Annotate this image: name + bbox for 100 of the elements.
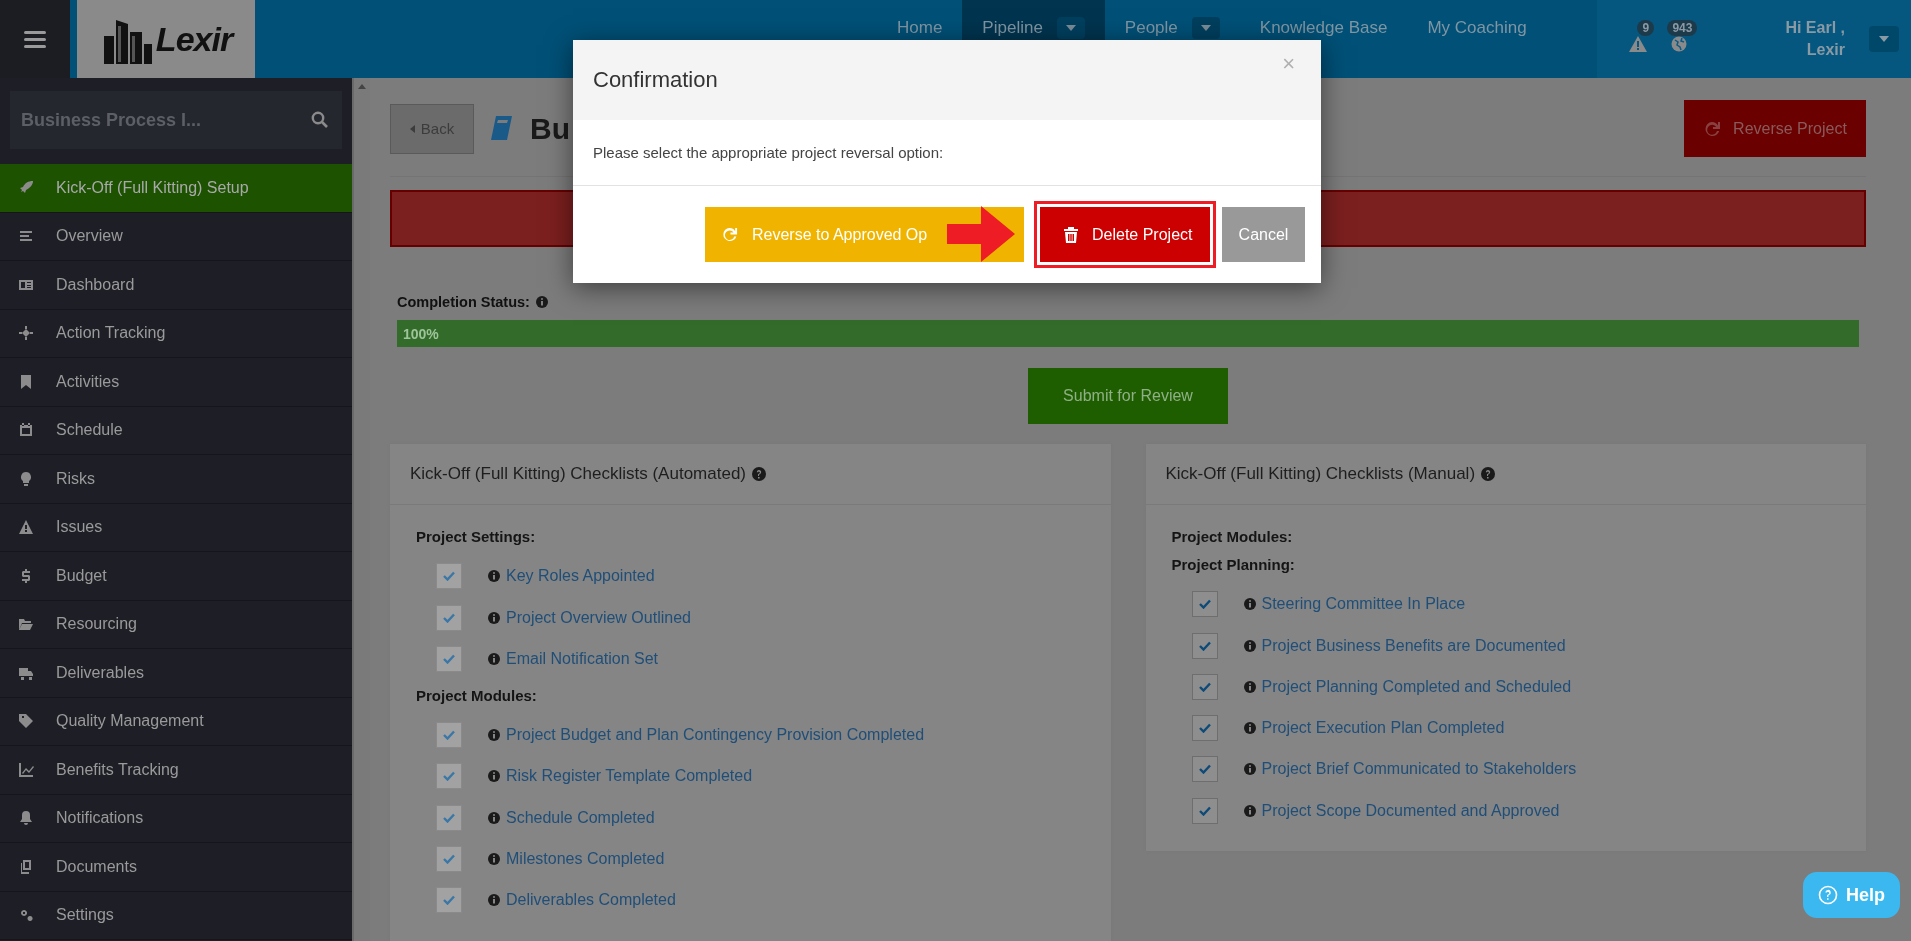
menu-button[interactable] bbox=[0, 0, 70, 78]
reverse-button[interactable]: Reverse to Approved Op bbox=[705, 207, 1024, 262]
checkbox[interactable] bbox=[1191, 715, 1218, 742]
info-icon[interactable] bbox=[488, 770, 500, 783]
info-icon[interactable] bbox=[488, 570, 500, 583]
user-greeting[interactable]: Hi Earl , bbox=[1785, 17, 1845, 39]
bookmark-icon bbox=[18, 373, 34, 390]
arrow-drawing bbox=[947, 206, 1015, 262]
warning-icon bbox=[18, 519, 34, 536]
documents-icon bbox=[18, 858, 34, 875]
menu-icon bbox=[24, 30, 46, 48]
sidebar-item[interactable]: Kick-Off (Full Kitting) Setup bbox=[0, 164, 352, 213]
check-icon bbox=[443, 730, 455, 741]
info-icon[interactable] bbox=[488, 811, 500, 824]
nav-link[interactable]: People bbox=[1124, 18, 1178, 38]
nav-link[interactable]: My Coaching bbox=[1427, 18, 1527, 38]
sidebar-item[interactable]: Documents bbox=[0, 843, 352, 892]
info-icon[interactable] bbox=[1243, 598, 1256, 611]
reverse-project-button[interactable]: Reverse Project bbox=[1684, 100, 1866, 157]
sidebar-item[interactable]: Notifications bbox=[0, 794, 352, 843]
checkbox[interactable] bbox=[1191, 591, 1218, 618]
book-icon bbox=[490, 115, 512, 142]
globe-icon[interactable] bbox=[1671, 36, 1688, 52]
check-icon bbox=[1198, 640, 1211, 651]
nav-link[interactable]: Pipeline bbox=[982, 18, 1043, 38]
sidebar-item[interactable]: Quality Management bbox=[0, 697, 352, 746]
warning-icon[interactable] bbox=[1629, 36, 1648, 52]
checklist-link[interactable]: Project Brief Communicated to Stakeholders bbox=[1261, 760, 1577, 779]
count-badge: 943 bbox=[1667, 20, 1698, 36]
sidebar-item[interactable]: Issues bbox=[0, 503, 352, 552]
checklist-link[interactable]: Project Planning Completed and Scheduled bbox=[1261, 677, 1572, 696]
help-icon[interactable] bbox=[752, 466, 766, 481]
logo[interactable]: Lexir bbox=[77, 0, 255, 78]
info-icon[interactable] bbox=[1243, 804, 1256, 817]
section-heading: Project Modules: bbox=[416, 686, 538, 704]
info-icon[interactable] bbox=[1243, 763, 1256, 776]
info-icon[interactable] bbox=[488, 729, 500, 742]
section-heading: Project Planning: bbox=[1171, 555, 1296, 573]
nav-link[interactable]: Home bbox=[897, 18, 943, 38]
submit-button[interactable]: Submit for Review bbox=[1028, 367, 1228, 424]
checklist-link[interactable]: Project Business Benefits are Documented bbox=[1261, 636, 1566, 655]
caret-left-icon bbox=[409, 124, 415, 133]
search-field[interactable]: Business Process I... bbox=[10, 91, 342, 149]
sidebar-item[interactable]: Schedule bbox=[0, 406, 352, 455]
section-heading: Project Settings: bbox=[416, 527, 537, 545]
cancel-button[interactable]: Cancel bbox=[1222, 207, 1305, 262]
page-title: Bu bbox=[530, 111, 570, 146]
checkbox[interactable] bbox=[1191, 673, 1218, 700]
help-icon[interactable] bbox=[1481, 466, 1496, 481]
info-icon[interactable] bbox=[488, 652, 500, 665]
check-icon bbox=[1198, 764, 1211, 775]
line-chart-icon bbox=[18, 761, 34, 778]
section-heading: Project Modules: bbox=[1171, 527, 1294, 545]
brand-name: Lexir bbox=[155, 19, 233, 59]
checklist-link[interactable]: Steering Committee In Place bbox=[1261, 595, 1466, 614]
sidebar-item[interactable]: Deliverables bbox=[0, 649, 352, 698]
count-badge: 9 bbox=[1637, 20, 1655, 36]
caret-icon bbox=[1065, 25, 1076, 31]
info-icon[interactable] bbox=[1243, 680, 1256, 693]
sidebar-item[interactable]: Resourcing bbox=[0, 600, 352, 649]
check-icon bbox=[1198, 599, 1211, 610]
checklist-link[interactable]: Project Execution Plan Completed bbox=[1261, 719, 1505, 738]
info-icon[interactable] bbox=[1243, 722, 1256, 735]
checkbox[interactable] bbox=[1191, 756, 1218, 783]
checklist-link[interactable]: Project Scope Documented and Approved bbox=[1261, 801, 1560, 820]
sidebar-item[interactable]: Dashboard bbox=[0, 261, 352, 310]
refresh-icon bbox=[721, 226, 738, 243]
info-icon[interactable] bbox=[1243, 639, 1256, 652]
calendar-icon bbox=[18, 422, 34, 439]
checkbox[interactable] bbox=[1191, 797, 1218, 824]
check-icon bbox=[443, 812, 455, 823]
info-icon[interactable] bbox=[535, 296, 548, 309]
info-icon[interactable] bbox=[488, 611, 500, 624]
user-menu-button[interactable] bbox=[1869, 26, 1899, 52]
lightbulb-icon bbox=[18, 470, 34, 487]
bell-icon bbox=[18, 810, 34, 827]
user-name[interactable]: Lexir bbox=[1806, 39, 1845, 61]
sidebar-item[interactable]: Risks bbox=[0, 455, 352, 504]
check-icon bbox=[443, 653, 455, 664]
card-title: Kick-Off (Full Kitting) Checklists (Automated) bbox=[410, 463, 746, 484]
tag-icon bbox=[18, 713, 34, 730]
card-title: Kick-Off (Full Kitting) Checklists (Manual) bbox=[1165, 463, 1476, 484]
info-icon[interactable] bbox=[488, 894, 500, 907]
sidebar-item[interactable]: Activities bbox=[0, 358, 352, 407]
close-button[interactable]: × bbox=[1276, 50, 1301, 78]
completion-label: Completion Status: bbox=[397, 294, 530, 311]
check-icon bbox=[1198, 723, 1211, 734]
dropdown-button[interactable] bbox=[1056, 17, 1085, 39]
nav-link[interactable]: Knowledge Base bbox=[1259, 18, 1388, 38]
check-icon bbox=[1198, 805, 1211, 816]
scroll-up-icon[interactable] bbox=[358, 84, 366, 89]
delete-project-button[interactable]: Delete Project bbox=[1040, 207, 1210, 262]
search-icon[interactable] bbox=[311, 111, 328, 128]
help-button[interactable]: Help bbox=[1803, 872, 1900, 918]
trash-icon bbox=[1064, 226, 1078, 243]
help-icon bbox=[1818, 885, 1838, 905]
dropdown-button[interactable] bbox=[1191, 17, 1220, 39]
info-icon[interactable] bbox=[488, 853, 500, 866]
sidebar-item[interactable]: Benefits Tracking bbox=[0, 746, 352, 795]
checkbox[interactable] bbox=[1191, 632, 1218, 659]
